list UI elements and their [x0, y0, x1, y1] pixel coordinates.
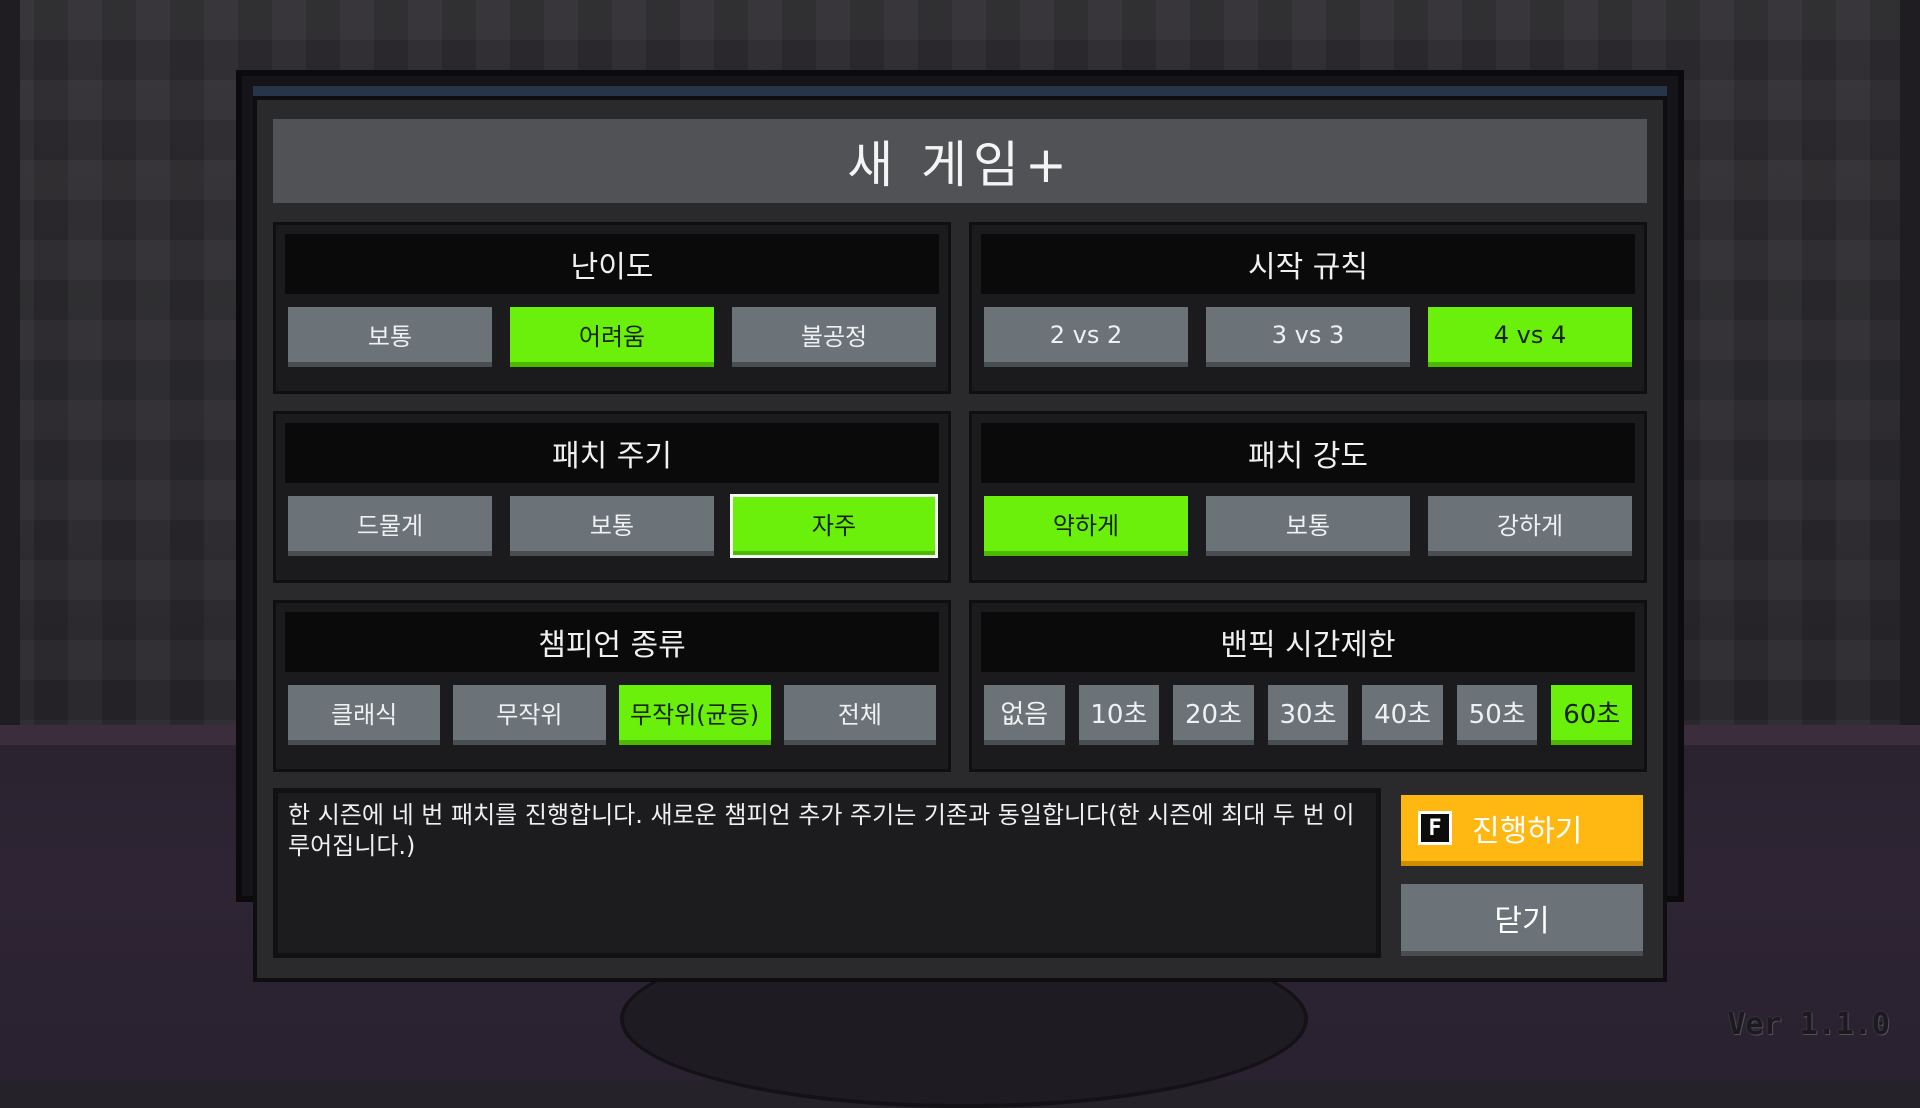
banpick-time-option-50s[interactable]: 50초 [1456, 685, 1538, 745]
champion-type-option-all[interactable]: 전체 [783, 685, 936, 745]
version-label: Ver 1.1.0 [1727, 1007, 1890, 1042]
banpick-time-option-60s[interactable]: 60초 [1551, 685, 1633, 745]
section-heading: 난이도 [285, 234, 939, 294]
difficulty-option-unfair[interactable]: 불공정 [732, 307, 936, 367]
proceed-label: 진행하기 [1472, 814, 1583, 849]
section-patch-strength: 패치 강도 약하게 보통 강하게 [969, 411, 1647, 583]
option-description: 한 시즌에 네 번 패치를 진행합니다. 새로운 챔피언 추가 주기는 기존과 … [273, 788, 1381, 958]
section-difficulty: 난이도 보통 어려움 불공정 [273, 222, 951, 394]
patch-strength-option-strong[interactable]: 강하게 [1428, 496, 1632, 556]
patch-strength-option-normal[interactable]: 보통 [1206, 496, 1410, 556]
section-heading: 챔피언 종류 [285, 612, 939, 672]
difficulty-option-normal[interactable]: 보통 [288, 307, 492, 367]
champion-type-option-classic[interactable]: 클래식 [288, 685, 441, 745]
arena-wall-right [1900, 0, 1920, 745]
champion-type-option-random[interactable]: 무작위 [453, 685, 606, 745]
champion-type-option-random-even[interactable]: 무작위(균등) [618, 685, 771, 745]
banpick-time-option-30s[interactable]: 30초 [1267, 685, 1349, 745]
start-rule-option-3v3[interactable]: 3 vs 3 [1206, 307, 1410, 367]
section-start-rule: 시작 규칙 2 vs 2 3 vs 3 4 vs 4 [969, 222, 1647, 394]
patch-cycle-option-often[interactable]: 자주 [730, 494, 938, 558]
section-heading: 시작 규칙 [981, 234, 1635, 294]
dialog-title: 새 게임+ [847, 136, 1073, 194]
proceed-button[interactable]: F 진행하기 [1401, 795, 1643, 866]
section-heading: 패치 강도 [981, 423, 1635, 483]
difficulty-option-hard[interactable]: 어려움 [510, 307, 714, 367]
section-patch-cycle: 패치 주기 드물게 보통 자주 [273, 411, 951, 583]
section-banpick-time: 밴픽 시간제한 없음 10초 20초 30초 40초 50초 60초 [969, 600, 1647, 772]
start-rule-option-4v4[interactable]: 4 vs 4 [1428, 307, 1632, 367]
section-heading: 패치 주기 [285, 423, 939, 483]
patch-cycle-option-normal[interactable]: 보통 [510, 496, 714, 556]
banpick-time-option-20s[interactable]: 20초 [1173, 685, 1254, 745]
patch-strength-option-weak[interactable]: 약하게 [984, 496, 1188, 556]
dialog-frame-accent [253, 86, 1667, 96]
f-key-icon: F [1418, 811, 1452, 845]
banpick-time-option-none[interactable]: 없음 [984, 685, 1065, 745]
close-button[interactable]: 닫기 [1401, 884, 1643, 956]
banpick-time-option-40s[interactable]: 40초 [1362, 685, 1443, 745]
section-champion-type: 챔피언 종류 클래식 무작위 무작위(균등) 전체 [273, 600, 951, 772]
arena-wall-left [0, 0, 20, 745]
start-rule-option-2v2[interactable]: 2 vs 2 [984, 307, 1188, 367]
patch-cycle-option-rarely[interactable]: 드물게 [288, 496, 492, 556]
dialog-title-bar: 새 게임+ [273, 119, 1647, 203]
section-heading: 밴픽 시간제한 [981, 612, 1635, 672]
banpick-time-option-10s[interactable]: 10초 [1078, 685, 1160, 745]
